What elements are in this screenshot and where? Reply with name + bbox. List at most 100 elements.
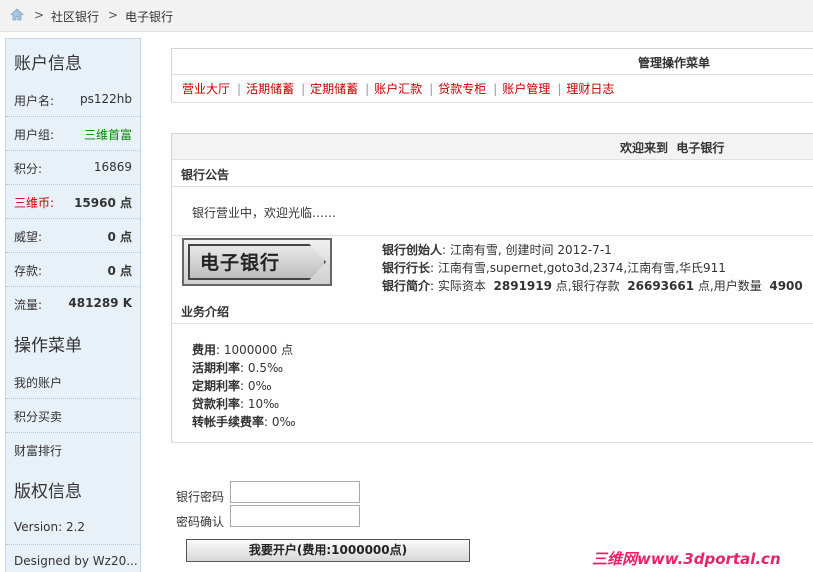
points-label: 积分: xyxy=(14,162,43,176)
business-header: 业务介绍 xyxy=(172,297,813,324)
menu-item-lobby[interactable]: 营业大厅 xyxy=(182,82,230,96)
biz-transfer-value: : 0‰ xyxy=(264,415,296,429)
biz-demand-value: : 0.5‰ xyxy=(240,361,284,375)
business-title: 业务介绍 xyxy=(181,305,230,319)
account-row-traffic: 流量: 481289 K xyxy=(6,287,140,321)
users-value: 4900 xyxy=(769,279,803,293)
sidebar: 账户信息 用户名: ps122hb 用户组: 三维首富 积分: 16869 三维… xyxy=(5,38,141,572)
welcome-panel: 欢迎来到 电子银行 银行公告 银行营业中，欢迎光临…… 电子银行 银行创始人: … xyxy=(171,133,813,443)
management-menu: 营业大厅 | 活期储蓄 | 定期储蓄 | 账户汇款 | 贷款专柜 | 账户管理 | 理财日志 xyxy=(182,82,615,96)
account-info-title: 账户信息 xyxy=(14,54,82,74)
sidebar-item-label[interactable]: 积分买卖 xyxy=(14,408,62,425)
breadcrumb-separator: > xyxy=(108,8,119,22)
password-label: 银行密码 xyxy=(176,490,225,504)
sidebar-item-points-trade[interactable]: 积分买卖 xyxy=(6,399,140,433)
notice-title: 银行公告 xyxy=(181,168,230,182)
intro-label: 银行简介 xyxy=(382,279,431,293)
founder-line: 银行创始人: 江南有雪, 创建时间 2012-7-1 xyxy=(382,241,612,258)
president-line: 银行行长: 江南有雪,supernet,goto3d,2374,江南有雪,华氏9… xyxy=(382,259,726,276)
biz-loan-value: : 10‰ xyxy=(240,397,280,411)
biz-loan-rate: 贷款利率: 10‰ xyxy=(192,395,279,412)
biz-fee-label: 费用 xyxy=(192,343,217,357)
confirm-label: 密码确认 xyxy=(176,515,225,529)
notice-text: 银行营业中，欢迎光临…… xyxy=(192,206,337,220)
sidebar-item-wealth-rank[interactable]: 财富排行 xyxy=(6,433,140,467)
account-row-coins: 三维币: 15960 点 xyxy=(6,185,140,219)
biz-fixed-value: : 0‰ xyxy=(240,379,272,393)
breadcrumb: > 社区银行 > 电子银行 xyxy=(0,0,813,32)
version-text: Version: 2.2 xyxy=(14,520,86,534)
account-row-prestige: 威望: 0 点 xyxy=(6,219,140,253)
users-prefix: 点,用户数量 xyxy=(697,279,762,293)
biz-fixed-label: 定期利率 xyxy=(192,379,241,393)
password-input[interactable] xyxy=(230,481,360,503)
group-value: 三维首富 xyxy=(83,128,132,142)
breadcrumb-ebank[interactable]: 电子银行 xyxy=(125,8,173,25)
coins-label: 三维币: xyxy=(14,196,55,210)
confirm-password-input[interactable] xyxy=(230,505,360,527)
copyright-title: 版权信息 xyxy=(14,482,82,502)
bank-logo-text: 电子银行 xyxy=(200,252,281,274)
biz-fee-value: : 1000000 点 xyxy=(216,343,294,357)
management-menu-panel: 管理操作菜单 营业大厅 | 活期储蓄 | 定期储蓄 | 账户汇款 | 贷款专柜 | 账户管理 | 理财日… xyxy=(171,48,813,103)
traffic-value: 481289 K xyxy=(68,296,132,310)
points-value: 16869 xyxy=(93,160,132,174)
founder-value: : 江南有雪, 创建时间 2012-7-1 xyxy=(442,243,612,257)
welcome-header: 欢迎来到 电子银行 xyxy=(172,134,813,160)
intro-line: 银行简介: 实际资本 2891919 点,银行存款 26693661 点,用户数… xyxy=(382,277,803,294)
biz-transfer-label: 转帐手续费率 xyxy=(192,415,265,429)
designer-text: Designed by Wz20... xyxy=(14,554,138,568)
menu-item-loans[interactable]: 贷款专柜 xyxy=(438,82,486,96)
traffic-label: 流量: xyxy=(14,298,43,312)
welcome-prefix: 欢迎来到 xyxy=(620,141,669,155)
operation-menu-title: 操作菜单 xyxy=(14,336,82,356)
username-label: 用户名: xyxy=(14,94,55,108)
notice-header: 银行公告 xyxy=(172,160,813,187)
biz-demand-rate: 活期利率: 0.5‰ xyxy=(192,359,283,376)
designer-row: Designed by Wz20... xyxy=(6,545,140,572)
founder-label: 银行创始人 xyxy=(382,243,443,257)
deposit-value: 0 点 xyxy=(107,264,132,278)
breadcrumb-separator: > xyxy=(34,8,45,22)
prestige-value: 0 点 xyxy=(107,230,132,244)
menu-item-account-manage[interactable]: 账户管理 xyxy=(502,82,550,96)
sidebar-item-label[interactable]: 我的账户 xyxy=(14,374,62,391)
account-row-username: 用户名: ps122hb xyxy=(6,83,140,117)
sidebar-item-my-account[interactable]: 我的账户 xyxy=(6,365,140,399)
account-row-group: 用户组: 三维首富 xyxy=(6,117,140,151)
watermark: 三维网www.3dportal.cn xyxy=(592,550,781,568)
username-value: ps122hb xyxy=(80,92,132,106)
bank-deposit-value: 26693661 xyxy=(627,279,695,293)
group-label: 用户组: xyxy=(14,128,55,142)
bank-logo: 电子银行 xyxy=(182,238,332,286)
welcome-bank-name: 电子银行 xyxy=(676,141,725,155)
welcome-title: 欢迎来到 电子银行 xyxy=(620,139,724,156)
president-label: 银行行长 xyxy=(382,261,431,275)
biz-transfer-rate: 转帐手续费率: 0‰ xyxy=(192,413,296,430)
biz-fee: 费用: 1000000 点 xyxy=(192,341,293,358)
home-icon[interactable] xyxy=(10,8,24,21)
menu-item-remittance[interactable]: 账户汇款 xyxy=(374,82,422,96)
account-row-points: 积分: 16869 xyxy=(6,151,140,185)
open-account-button[interactable]: 我要开户(费用:1000000点) xyxy=(186,539,470,562)
biz-demand-label: 活期利率 xyxy=(192,361,241,375)
management-menu-title: 管理操作菜单 xyxy=(638,56,711,70)
prestige-label: 威望: xyxy=(14,230,43,244)
menu-item-finance-log[interactable]: 理财日志 xyxy=(566,82,614,96)
breadcrumb-community-bank[interactable]: 社区银行 xyxy=(51,8,99,25)
coins-value: 15960 点 xyxy=(74,196,132,210)
deposit-prefix: 点,银行存款 xyxy=(555,279,620,293)
biz-loan-label: 贷款利率 xyxy=(192,397,241,411)
menu-item-fixed-savings[interactable]: 定期储蓄 xyxy=(310,82,358,96)
divider xyxy=(172,235,813,236)
president-value: : 江南有雪,supernet,goto3d,2374,江南有雪,华氏911 xyxy=(430,261,726,275)
capital-prefix: : 实际资本 xyxy=(430,279,486,293)
account-row-deposit: 存款: 0 点 xyxy=(6,253,140,287)
biz-fixed-rate: 定期利率: 0‰ xyxy=(192,377,272,394)
version-row: Version: 2.2 xyxy=(6,511,140,545)
sidebar-item-label[interactable]: 财富排行 xyxy=(14,442,62,459)
management-menu-header: 管理操作菜单 xyxy=(172,49,813,75)
capital-value: 2891919 xyxy=(493,279,552,293)
menu-item-demand-savings[interactable]: 活期储蓄 xyxy=(246,82,294,96)
deposit-label: 存款: xyxy=(14,264,43,278)
